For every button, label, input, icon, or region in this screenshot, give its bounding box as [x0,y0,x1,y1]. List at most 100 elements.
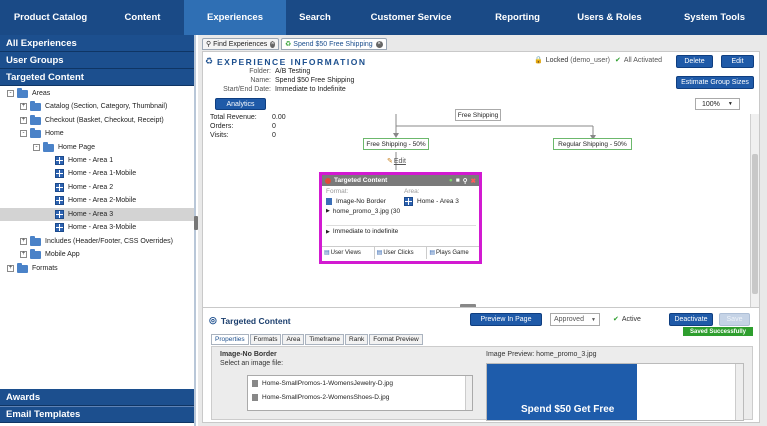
tree-item[interactable]: + Catalog (Section, Category, Thumbnail) [0,100,194,113]
tree-item[interactable]: + Checkout (Basket, Checkout, Receipt) [0,114,194,127]
tc-plays-game-button[interactable]: ▤ Plays Game [427,247,479,259]
analytics-button[interactable]: Analytics [215,98,266,110]
deactivate-button[interactable]: Deactivate [669,313,713,326]
tree-item-selected[interactable]: Home - Area 3 [0,208,194,221]
targeted-content-node[interactable]: Targeted Content ● ■ ⚲ ✖ Format: Image-N… [319,172,482,264]
delete-button[interactable]: Delete [676,55,713,68]
tc-user-views-button[interactable]: ▤ User Views [322,246,375,259]
tree-item[interactable]: Home - Area 1 [0,154,194,167]
file-list-scrollbar[interactable] [465,376,472,410]
save-button[interactable]: Save [719,313,750,326]
locked-user: (demo_user) [570,56,610,64]
nav-content[interactable]: Content [101,0,184,35]
nav-product-catalog[interactable]: Product Catalog [0,0,101,35]
active-label: Active [621,315,641,323]
tc-file-name: home_promo_3.jpg (30 [332,207,401,215]
scrollbar-thumb[interactable] [752,154,758,294]
status-select[interactable]: Approved ▼ [550,313,600,326]
activated-status: ✔ All Activated [615,56,662,65]
node-free-shipping-root[interactable]: Free Shipping [455,109,501,121]
tree-item[interactable]: + Formats [0,262,194,275]
tree-item-label: Home - Area 2-Mobile [68,197,137,204]
nav-users-roles[interactable]: Users & Roles [557,0,662,35]
tree-item[interactable]: - Home Page [0,141,194,154]
tree-item-label: Home [45,130,64,137]
tree-item-label: Areas [32,90,51,97]
chart-icon: ▤ [324,250,330,256]
collapse-toggle-icon[interactable]: - [7,90,14,97]
file-item[interactable]: Home-SmallPromos-1-WomensJewelry-D.jpg [252,380,393,387]
folder-value: A/B Testing [275,68,311,75]
tree-item[interactable]: - Areas [0,87,194,100]
tc-activate-icon[interactable]: ● [449,177,453,185]
experience-canvas: ♻ EXPERIENCE INFORMATION Folder: A/B Tes… [202,51,760,339]
tab-find-experiences[interactable]: ⚲ Find Experiences × [202,38,279,50]
nav-system-tools[interactable]: System Tools [662,0,767,35]
collapse-toggle-icon[interactable]: - [20,130,27,137]
tc-close-icon[interactable]: ✖ [471,177,476,185]
sidebar-targeted-content[interactable]: Targeted Content [0,69,194,86]
nav-search[interactable]: Search [286,0,344,35]
tab-spend-50-free-shipping[interactable]: ♻ Spend $50 Free Shipping × [281,38,387,50]
tab-formats[interactable]: Formats [249,334,282,345]
expand-toggle-icon[interactable]: + [7,265,14,272]
tc-area-row: Home - Area 3 [404,196,479,206]
node-regular-shipping-50[interactable]: Regular Shipping - 50% [553,138,632,150]
expand-toggle-icon[interactable]: + [20,117,27,124]
tc-file-row: ▶ home_promo_3.jpg (30 [326,206,404,216]
estimate-group-sizes-button[interactable]: Estimate Group Sizes [676,76,754,89]
tree-item-label: Checkout (Basket, Checkout, Receipt) [45,117,164,124]
tc-format-label: Format: [326,188,349,195]
lock-icon: 🔒 [534,57,543,64]
canvas-vertical-scrollbar[interactable] [750,114,759,338]
check-icon: ✔ [613,316,619,323]
bottom-title-text: Targeted Content [220,315,291,326]
nav-reporting[interactable]: Reporting [478,0,557,35]
close-icon[interactable]: × [270,40,275,48]
active-status: ✔ Active [613,315,641,324]
sidebar-awards[interactable]: Awards [0,389,194,406]
tab-format-preview[interactable]: Format Preview [369,334,423,345]
close-icon[interactable]: × [375,40,383,48]
file-item[interactable]: Home-SmallPromos-2-WomensShoes-D.jpg [252,394,389,401]
tree-item-label: Home - Area 1 [68,157,114,164]
nav-experiences[interactable]: Experiences [184,0,286,35]
tree-item[interactable]: - Home [0,127,194,140]
preview-scrollbar[interactable] [735,364,743,420]
tab-properties[interactable]: Properties [211,334,249,345]
tree-item[interactable]: Home - Area 2 [0,181,194,194]
edit-link[interactable]: ✎ Edit [387,157,406,166]
tree-item[interactable]: Home - Area 2-Mobile [0,194,194,207]
sidebar-splitter[interactable] [194,216,198,230]
collapse-toggle-icon[interactable]: - [33,144,40,151]
node-free-shipping-50[interactable]: Free Shipping - 50% [363,138,429,150]
tab-timeframe[interactable]: Timeframe [305,334,345,345]
pencil-icon: ✎ [387,158,393,165]
tree-item[interactable]: + Mobile App [0,248,194,261]
tc-user-clicks-button[interactable]: ▤ User Clicks [375,246,428,259]
zoom-select[interactable]: 100% ▼ [695,98,740,110]
tc-search-icon[interactable]: ⚲ [463,177,468,185]
expand-toggle-icon[interactable]: + [20,103,27,110]
tree-item[interactable]: + Includes (Header/Footer, CSS Overrides… [0,235,194,248]
tree-item[interactable]: Home - Area 1-Mobile [0,167,194,180]
magnifier-icon: ⚲ [206,41,212,48]
tc-copy-icon[interactable]: ■ [456,177,460,185]
image-file-list[interactable]: Home-SmallPromos-1-WomensJewelry-D.jpg H… [247,375,473,411]
nav-customer-service[interactable]: Customer Service [344,0,478,35]
preview-in-page-button[interactable]: Preview In Page [470,313,542,326]
saved-successfully-badge: Saved Successfully [683,327,753,336]
edit-button[interactable]: Edit [721,55,754,68]
sidebar-email-templates[interactable]: Email Templates [0,406,194,423]
sidebar-all-experiences[interactable]: All Experiences [0,35,194,52]
tab-area[interactable]: Area [282,334,305,345]
bottom-panel-title: ◎ Targeted Content [209,315,291,326]
expand-toggle-icon[interactable]: + [20,251,27,258]
dates-value: Immediate to Indefinite [275,86,346,93]
tree-item[interactable]: Home - Area 3-Mobile [0,221,194,234]
sidebar-user-groups[interactable]: User Groups [0,52,194,69]
folder-icon [30,114,41,125]
tab-rank[interactable]: Rank [345,334,369,345]
expand-toggle-icon[interactable]: + [20,238,27,245]
image-preview-label: Image Preview: home_promo_3.jpg [486,351,597,358]
